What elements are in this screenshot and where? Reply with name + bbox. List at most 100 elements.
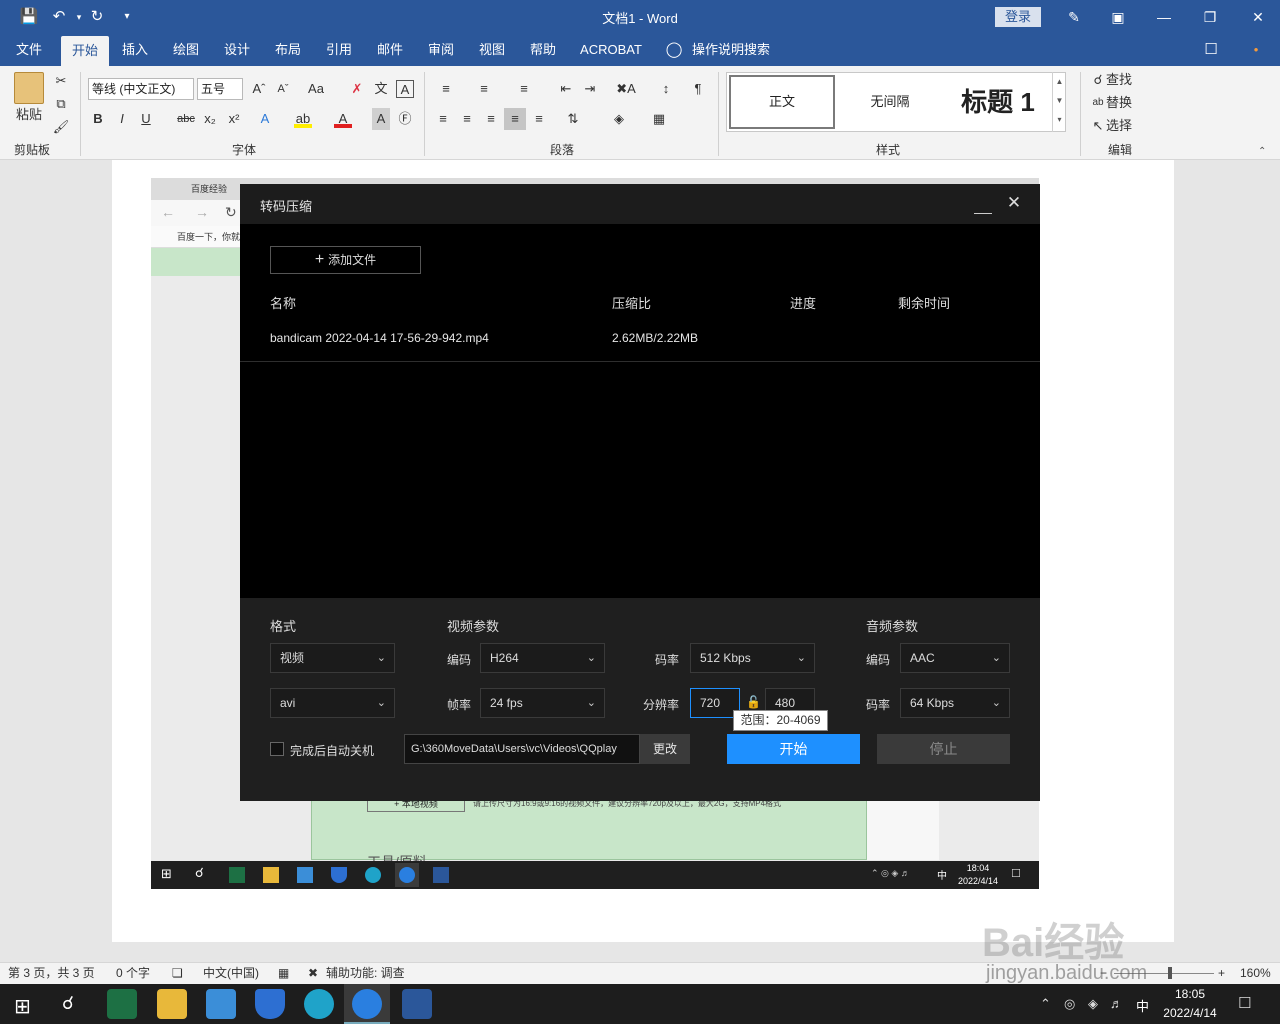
video-player-icon[interactable]	[352, 989, 382, 1019]
collapse-ribbon-icon[interactable]: ⌃	[1258, 146, 1272, 158]
word-count[interactable]: 0 个字	[116, 963, 150, 984]
justify-icon[interactable]: ≡	[504, 108, 526, 130]
distributed-icon[interactable]: ≡	[530, 108, 548, 130]
format-painter-icon[interactable]: 🖌	[52, 116, 70, 138]
close-icon[interactable]: ✕	[1244, 6, 1272, 28]
shrink-font-icon[interactable]: Aˇ	[274, 78, 292, 100]
fps-select[interactable]: 24 fps ⌄	[480, 688, 605, 718]
italic-icon[interactable]: I	[114, 108, 130, 130]
tab-view[interactable]: 视图	[471, 34, 513, 66]
change-case-icon[interactable]: Aa	[302, 78, 330, 100]
pen-icon[interactable]: ✎	[1060, 6, 1088, 28]
proofing-icon[interactable]: ❏	[172, 963, 183, 984]
tab-acrobat[interactable]: ACROBAT	[578, 34, 644, 66]
tab-references[interactable]: 引用	[318, 34, 360, 66]
start-button[interactable]: 开始	[727, 734, 860, 764]
bullets-icon[interactable]: ≡	[434, 78, 458, 100]
underline-icon[interactable]: U	[138, 108, 154, 130]
restore-icon[interactable]: ❐	[1196, 6, 1224, 28]
bold-icon[interactable]: B	[90, 108, 106, 130]
find-icon[interactable]: ☌	[1090, 69, 1106, 91]
audio-codec-select[interactable]: AAC ⌄	[900, 643, 1010, 673]
share-icon[interactable]: •	[1246, 34, 1266, 66]
edge-icon[interactable]	[304, 989, 334, 1019]
align-center-icon[interactable]: ≡	[458, 108, 476, 130]
highlight-icon[interactable]: ab	[294, 108, 312, 128]
zoom-level[interactable]: 160%	[1240, 963, 1271, 984]
align-right-icon[interactable]: ≡	[482, 108, 500, 130]
start-icon[interactable]: ⊞	[14, 994, 31, 1019]
borders-icon[interactable]: ▦	[646, 108, 672, 130]
text-effects-icon[interactable]: A	[256, 108, 274, 130]
add-file-button[interactable]: + 添加文件	[270, 246, 421, 274]
accessibility-status[interactable]: 辅助功能: 调查	[326, 963, 405, 984]
audio-bitrate-select[interactable]: 64 Kbps ⌄	[900, 688, 1010, 718]
styles-scroll[interactable]: ▲ ▼ ▾	[1052, 72, 1066, 132]
numbering-icon[interactable]: ≡	[472, 78, 496, 100]
shield-tray-icon[interactable]: ◈	[1088, 996, 1098, 1012]
shading-icon[interactable]: ◈	[606, 108, 632, 130]
cut-icon[interactable]: ✂	[52, 70, 70, 92]
font-name-combo[interactable]: 等线 (中文正文)	[88, 78, 194, 100]
language[interactable]: 中文(中国)	[203, 963, 259, 984]
clear-formatting-icon[interactable]: ✗	[348, 78, 366, 100]
volume-icon[interactable]: ♬	[1110, 996, 1123, 1011]
tab-file[interactable]: 文件	[8, 34, 50, 66]
style-no-spacing[interactable]: 无间隔	[838, 75, 942, 129]
shutdown-checkbox[interactable]	[270, 742, 284, 756]
word-icon[interactable]	[402, 989, 432, 1019]
container-select[interactable]: avi ⌄	[270, 688, 395, 718]
tab-help[interactable]: 帮助	[522, 34, 564, 66]
increase-indent-icon[interactable]: ⇥	[580, 78, 600, 100]
select-button[interactable]: 选择	[1106, 115, 1136, 137]
tab-home[interactable]: 开始	[61, 36, 109, 66]
multilevel-list-icon[interactable]: ≡	[512, 78, 536, 100]
page-count[interactable]: 第 3 页，共 3 页	[8, 963, 95, 984]
font-size-combo[interactable]: 五号	[197, 78, 243, 100]
subscript-icon[interactable]: x₂	[202, 108, 218, 130]
zoom-slider-thumb[interactable]	[1168, 967, 1172, 979]
replace-icon[interactable]: ab	[1090, 92, 1106, 114]
tell-me-search[interactable]: 操作说明搜索	[692, 34, 772, 66]
ime-indicator[interactable]: 中	[1136, 996, 1149, 1015]
ribbon-display-icon[interactable]: ▣	[1104, 6, 1132, 28]
change-path-button[interactable]: 更改	[640, 734, 690, 764]
dialog-close-icon[interactable]: ✕	[1004, 193, 1024, 213]
format-type-select[interactable]: 视频 ⌄	[270, 643, 395, 673]
zoom-in-icon[interactable]: +	[1218, 963, 1225, 984]
show-marks-icon[interactable]: ¶	[688, 78, 708, 100]
tab-insert[interactable]: 插入	[114, 34, 156, 66]
character-shading-icon[interactable]: A	[372, 108, 390, 130]
tab-layout[interactable]: 布局	[267, 34, 309, 66]
align-left-icon[interactable]: ≡	[434, 108, 452, 130]
tray-chevron-icon[interactable]: ⌃	[1040, 996, 1051, 1012]
app-icon[interactable]	[206, 989, 236, 1019]
file-row[interactable]: bandicam 2022-04-14 17-56-29-942.mp4 2.6…	[240, 318, 1040, 362]
excel-icon[interactable]	[107, 989, 137, 1019]
style-normal[interactable]: 正文	[729, 75, 835, 129]
select-icon[interactable]: ↖	[1090, 115, 1106, 137]
tab-draw[interactable]: 绘图	[165, 34, 207, 66]
search-icon[interactable]: ☌	[62, 993, 74, 1014]
comments-icon[interactable]: ☐	[1198, 34, 1224, 66]
paste-button[interactable]: 粘贴	[10, 104, 48, 126]
phonetic-guide-icon[interactable]: 文	[372, 78, 390, 100]
font-color-icon[interactable]: A	[334, 108, 352, 128]
notification-icon[interactable]: ☐	[1238, 994, 1251, 1012]
clock-date[interactable]: 2022/4/14	[1160, 1006, 1220, 1020]
chinese-layout-icon[interactable]: ✖A	[612, 78, 640, 100]
aspect-lock-icon[interactable]: 🔓	[746, 695, 761, 711]
paste-icon[interactable]	[14, 72, 44, 104]
find-button[interactable]: 查找	[1106, 69, 1136, 91]
strikethrough-icon[interactable]: abc	[176, 108, 196, 130]
file-explorer-icon[interactable]	[157, 989, 187, 1019]
macro-icon[interactable]: ▦	[278, 963, 289, 984]
tab-design[interactable]: 设计	[216, 34, 258, 66]
character-border-icon[interactable]: A	[396, 80, 414, 98]
sort-icon[interactable]: ↕	[656, 78, 676, 100]
replace-button[interactable]: 替换	[1106, 92, 1136, 114]
tab-review[interactable]: 审阅	[420, 34, 462, 66]
grow-font-icon[interactable]: Aˆ	[250, 78, 268, 100]
output-path-field[interactable]: G:\360MoveData\Users\vc\Videos\QQplay	[404, 734, 640, 764]
video-bitrate-select[interactable]: 512 Kbps ⌄	[690, 643, 815, 673]
